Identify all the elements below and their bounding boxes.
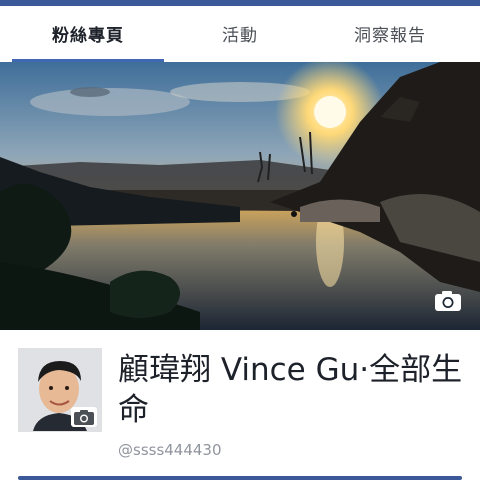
avatar[interactable] xyxy=(18,348,102,432)
cover-image xyxy=(0,62,480,330)
tab-insights[interactable]: 洞察報告 xyxy=(310,6,470,60)
profile-handle: @ssss444430 xyxy=(118,441,222,459)
tab-events[interactable]: 活動 xyxy=(160,6,320,60)
cover-camera-icon[interactable] xyxy=(434,290,462,312)
tab-fan-page[interactable]: 粉絲專頁 xyxy=(8,6,168,60)
profile-section: 顧瑋翔 Vince Gu·全部生命 @ssss444430 xyxy=(0,330,480,480)
avatar-camera-icon[interactable] xyxy=(71,407,97,427)
cover-photo[interactable] xyxy=(0,62,480,330)
bottom-divider xyxy=(18,476,462,480)
profile-name: 顧瑋翔 Vince Gu·全部生命 xyxy=(118,352,463,428)
tab-bar: 粉絲專頁 活動 洞察報告 xyxy=(0,6,480,65)
